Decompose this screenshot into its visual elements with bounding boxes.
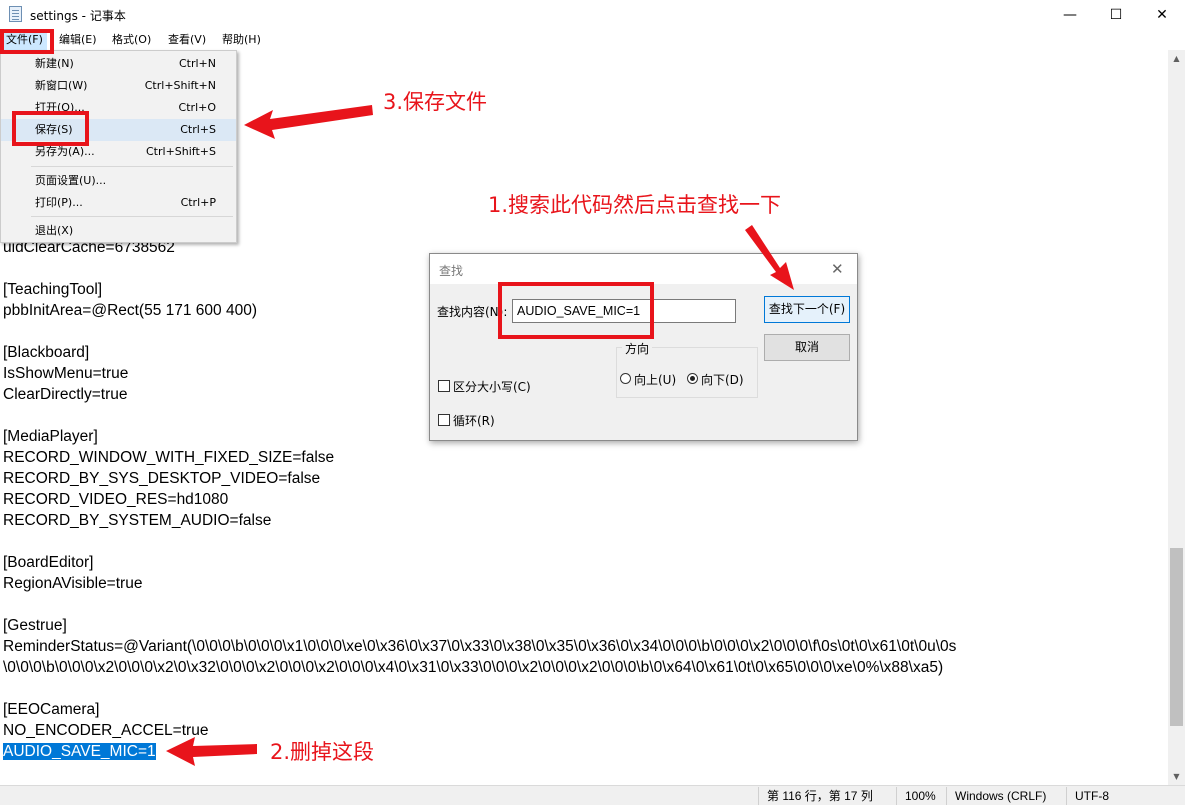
annotation-step1: 1.搜索此代码然后点击查找一下 (488, 193, 782, 217)
arrow-to-findnext-icon (745, 225, 794, 290)
arrow-to-save-icon (244, 105, 373, 139)
annotation-arrows (166, 105, 794, 766)
annotation-step2: 2.删掉这段 (270, 740, 375, 764)
annotation-step3: 3.保存文件 (383, 90, 488, 114)
arrow-to-selection-icon (166, 737, 257, 766)
